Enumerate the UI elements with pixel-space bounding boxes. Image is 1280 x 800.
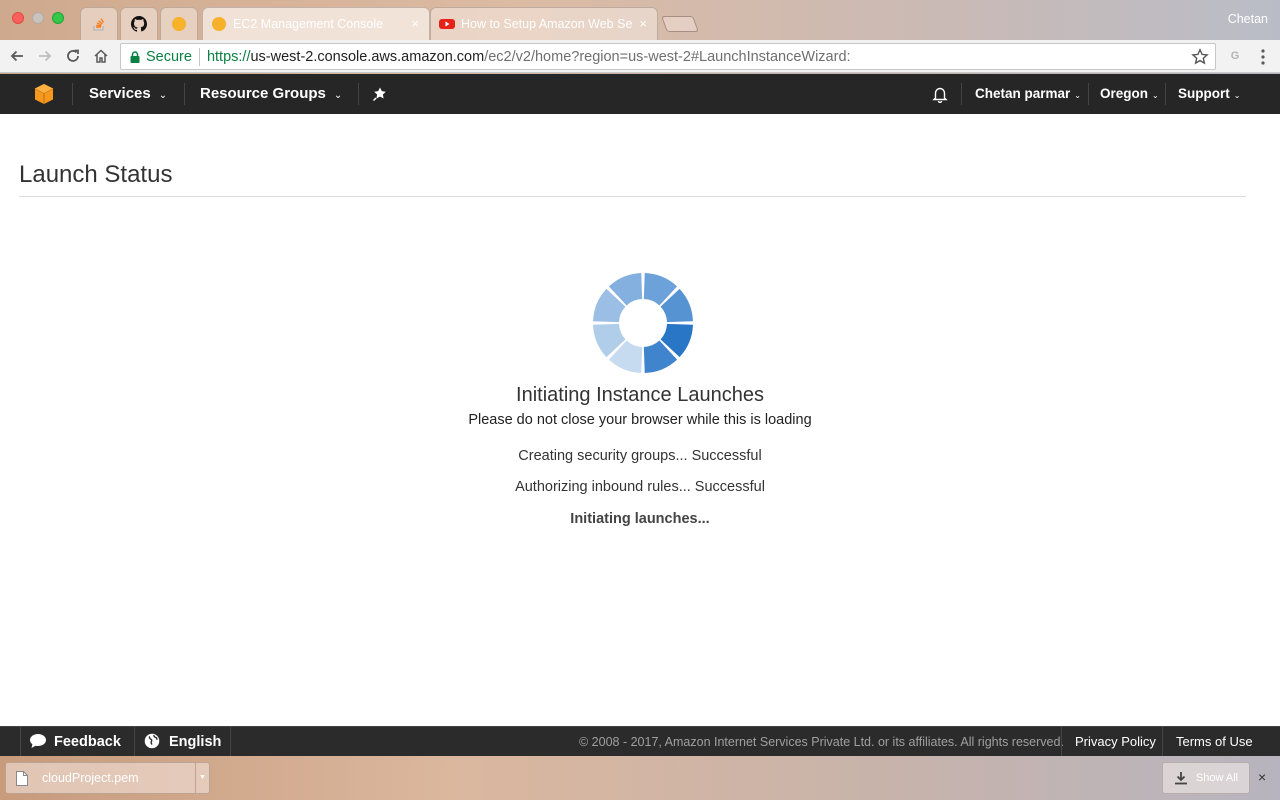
chevron-down-icon: ⌄ — [1152, 91, 1159, 100]
region-label: Oregon — [1100, 86, 1149, 101]
download-item[interactable]: cloudProject.pem ▼ — [5, 762, 210, 794]
page-title: Launch Status — [19, 161, 173, 188]
chevron-down-icon: ⌄ — [158, 90, 168, 101]
aws-cube-logo-icon[interactable] — [33, 83, 55, 105]
home-icon — [94, 49, 108, 63]
browser-toolbar: Secure https://us-west-2.console.aws.ama… — [0, 40, 1280, 73]
browser-profile-name[interactable]: Chetan — [1228, 12, 1268, 26]
main-content: Launch Status Initiating Instance Launch… — [0, 114, 1280, 726]
tab-title: EC2 Management Console — [233, 17, 384, 31]
tab-youtube[interactable]: How to Setup Amazon Web Se × — [430, 7, 658, 40]
nav-divider — [184, 83, 185, 105]
aws-footer: Feedback English © 2008 - 2017, Amazon I… — [0, 726, 1280, 757]
footer-divider — [1061, 727, 1062, 757]
reload-icon — [67, 49, 79, 62]
file-icon — [16, 770, 28, 786]
download-file-name: cloudProject.pem — [42, 771, 139, 785]
user-name-label: Chetan parmar — [975, 86, 1071, 101]
footer-divider — [230, 727, 231, 757]
tab-title: How to Setup Amazon Web Se — [461, 17, 633, 31]
language-label: English — [169, 734, 222, 750]
close-icon[interactable]: × — [411, 16, 419, 31]
download-options-chevron-icon[interactable]: ▼ — [195, 763, 209, 793]
nav-divider — [1088, 83, 1089, 105]
download-arrow-icon — [1174, 772, 1187, 785]
stackoverflow-icon — [93, 18, 105, 31]
support-menu[interactable]: Support ⌄ — [1178, 74, 1240, 114]
close-icon[interactable]: × — [639, 16, 647, 31]
title-divider — [19, 196, 1246, 197]
chevron-down-icon: ⌄ — [333, 90, 343, 101]
download-shelf: cloudProject.pem ▼ Show All × — [0, 756, 1280, 800]
feedback-label: Feedback — [54, 734, 121, 750]
omnibox-divider — [198, 47, 200, 66]
status-step-initiating-launches: Initiating launches... — [570, 511, 710, 527]
region-menu[interactable]: Oregon ⌄ — [1100, 74, 1159, 114]
home-button[interactable] — [91, 46, 111, 66]
copyright-text: © 2008 - 2017, Amazon Internet Services … — [579, 735, 1064, 749]
status-step-inbound-rules: Authorizing inbound rules... Successful — [515, 479, 765, 495]
services-label: Services — [89, 85, 151, 102]
window-minimize-button[interactable] — [32, 12, 44, 24]
browser-menu-icon[interactable] — [1255, 48, 1271, 66]
tab-ec2-console[interactable]: EC2 Management Console × — [202, 7, 430, 40]
close-shelf-icon[interactable]: × — [1258, 769, 1266, 785]
resource-groups-menu[interactable]: Resource Groups ⌄ — [200, 74, 342, 114]
loading-spinner-icon — [593, 273, 693, 373]
forward-arrow-icon — [39, 50, 52, 62]
language-selector[interactable]: English — [144, 727, 221, 757]
url-host: us-west-2.console.aws.amazon.com — [250, 48, 485, 65]
status-step-security-groups: Creating security groups... Successful — [518, 448, 762, 464]
aws-top-nav: Services ⌄ Resource Groups ⌄ Chetan parmar… — [0, 74, 1280, 114]
aws-favicon-icon — [212, 17, 226, 31]
forward-button[interactable] — [35, 46, 55, 66]
lock-icon — [130, 50, 140, 63]
footer-divider — [134, 727, 135, 757]
chevron-down-icon: ⌄ — [1233, 91, 1241, 100]
address-bar[interactable]: Secure https://us-west-2.console.aws.ama… — [120, 43, 1216, 70]
nav-divider — [1165, 83, 1166, 105]
nav-divider — [358, 83, 359, 105]
bell-notification-icon[interactable] — [931, 85, 949, 103]
tab-stackoverflow[interactable] — [80, 7, 118, 40]
show-all-downloads-button[interactable]: Show All — [1162, 762, 1250, 794]
window-zoom-button[interactable] — [52, 12, 64, 24]
nav-divider — [961, 83, 962, 105]
window-close-button[interactable] — [12, 12, 24, 24]
tab-aws-pinned[interactable] — [160, 7, 198, 40]
grammarly-extension-icon[interactable]: G — [1228, 47, 1242, 65]
secure-label: Secure — [146, 48, 192, 65]
feedback-link[interactable]: Feedback — [29, 727, 121, 757]
show-all-label: Show All — [1195, 772, 1239, 784]
privacy-policy-link[interactable]: Privacy Policy — [1075, 727, 1156, 757]
footer-divider — [20, 727, 21, 757]
github-icon — [131, 16, 147, 32]
globe-icon — [144, 733, 160, 749]
bookmark-star-icon[interactable] — [1191, 48, 1209, 66]
url-path: /ec2/v2/home?region=us-west-2#LaunchInst… — [484, 48, 851, 65]
status-heading: Initiating Instance Launches — [516, 384, 764, 406]
status-subtext: Please do not close your browser while t… — [468, 412, 812, 428]
back-arrow-icon — [10, 50, 23, 62]
nav-divider — [72, 83, 73, 105]
aws-favicon-icon — [172, 17, 186, 31]
chevron-down-icon: ⌄ — [1074, 91, 1081, 100]
youtube-icon — [439, 19, 455, 29]
browser-tab-strip: EC2 Management Console × How to Setup Am… — [0, 0, 1280, 40]
new-tab-button[interactable] — [661, 16, 699, 32]
back-button[interactable] — [7, 46, 27, 66]
resource-groups-label: Resource Groups — [200, 85, 326, 102]
url-protocol: https:// — [206, 48, 251, 65]
support-label: Support — [1178, 86, 1230, 101]
services-menu[interactable]: Services ⌄ — [89, 74, 167, 114]
footer-divider — [1162, 727, 1163, 757]
reload-button[interactable] — [63, 46, 83, 66]
speech-bubble-icon — [30, 734, 46, 748]
tab-github[interactable] — [120, 7, 158, 40]
user-account-menu[interactable]: Chetan parmar ⌄ — [975, 74, 1081, 114]
terms-of-use-link[interactable]: Terms of Use — [1176, 727, 1253, 757]
pin-icon[interactable] — [372, 86, 388, 102]
